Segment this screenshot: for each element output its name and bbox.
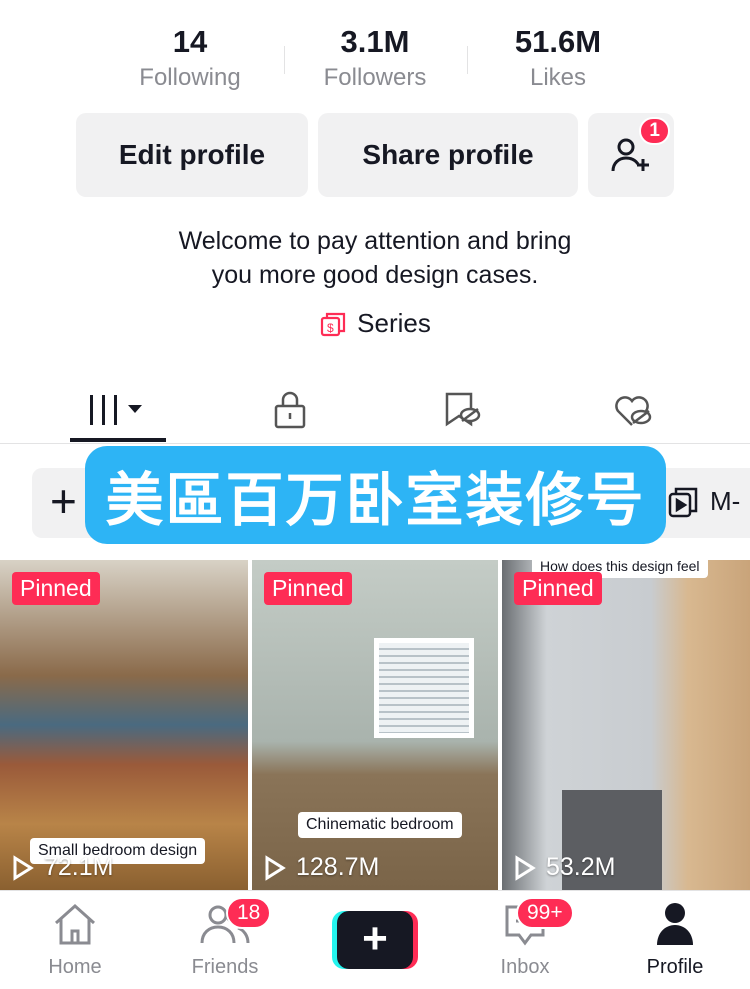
nav-label: Profile <box>646 956 704 978</box>
pinned-badge: Pinned <box>514 572 602 605</box>
stat-followers[interactable]: 3.1M Followers <box>285 24 465 92</box>
tab-liked[interactable] <box>558 380 708 440</box>
create-button[interactable]: + <box>332 911 418 969</box>
svg-text:$: $ <box>327 321 334 335</box>
profile-icon <box>657 903 693 945</box>
friends-badge: 18 <box>226 897 272 929</box>
inbox-badge: 99+ <box>516 897 574 929</box>
share-profile-button[interactable]: Share profile <box>318 113 578 197</box>
tab-private[interactable] <box>215 380 365 440</box>
series-link[interactable]: $ Series <box>0 308 750 339</box>
edit-profile-button[interactable]: Edit profile <box>76 113 308 197</box>
followers-label: Followers <box>323 64 427 91</box>
bio-line: Welcome to pay attention and bring <box>178 227 572 255</box>
heart-hidden-icon <box>615 396 652 426</box>
views-label: 128.7M <box>296 853 380 881</box>
notification-badge: 1 <box>639 117 670 145</box>
home-icon <box>54 903 96 945</box>
tab-videos[interactable] <box>43 380 193 440</box>
following-label: Following <box>139 64 241 91</box>
view-count: 128.7M <box>264 853 379 882</box>
nav-friends[interactable]: Friends 18 <box>150 897 300 979</box>
likes-label: Likes <box>529 64 587 91</box>
followers-count: 3.1M <box>340 24 410 59</box>
play-icon <box>13 854 34 881</box>
bottom-nav: Home Friends 18 + Inbox 99+ Profile <box>0 890 750 989</box>
following-count: 14 <box>172 24 208 59</box>
grid-icon <box>90 395 142 425</box>
overlay-banner: 美區百万卧室装修号 <box>85 446 666 544</box>
playlist-label: M- <box>710 485 741 516</box>
nav-profile[interactable]: Profile <box>600 901 750 979</box>
nav-label: Friends <box>191 956 259 978</box>
play-icon <box>265 854 286 881</box>
tab-saved[interactable] <box>387 380 537 440</box>
pinned-badge: Pinned <box>264 572 352 605</box>
video-thumbnail[interactable]: Pinned Small bedroom design 72.1M <box>0 560 248 890</box>
nav-label: Home <box>48 956 102 978</box>
content-tabs <box>0 380 750 444</box>
stat-following[interactable]: 14 Following <box>100 24 280 92</box>
bio: Welcome to pay attention and bring you mo… <box>0 224 750 292</box>
stat-likes[interactable]: 51.6M Likes <box>468 24 648 92</box>
nav-home[interactable]: Home <box>0 901 150 979</box>
plus-icon: + <box>337 911 413 969</box>
add-playlist-button[interactable]: + <box>50 474 77 528</box>
likes-count: 51.6M <box>514 24 602 59</box>
view-count: 53.2M <box>514 853 615 882</box>
bio-line: you more good design cases. <box>211 261 539 289</box>
nav-label: Inbox <box>500 956 550 978</box>
views-label: 53.2M <box>546 853 616 881</box>
series-icon: $ <box>321 312 346 336</box>
video-thumbnail[interactable]: How does this design feel Pinned 53.2M <box>502 560 750 890</box>
window-image <box>374 638 474 738</box>
nav-inbox[interactable]: Inbox 99+ <box>450 897 600 979</box>
playlist-chip[interactable]: M- <box>668 484 740 518</box>
bookmark-hidden-icon <box>445 392 481 427</box>
video-caption: Chinematic bedroom <box>298 812 462 838</box>
pinned-badge: Pinned <box>12 572 100 605</box>
active-tab-indicator <box>70 438 166 442</box>
lock-icon <box>274 391 306 429</box>
views-label: 72.1M <box>44 853 114 881</box>
play-icon <box>515 854 536 881</box>
playlist-icon <box>668 487 698 518</box>
view-count: 72.1M <box>12 853 113 882</box>
series-label: Series <box>357 308 431 338</box>
video-thumbnail[interactable]: Pinned Chinematic bedroom 128.7M <box>252 560 498 890</box>
add-friends-button[interactable]: 1 <box>588 113 674 197</box>
